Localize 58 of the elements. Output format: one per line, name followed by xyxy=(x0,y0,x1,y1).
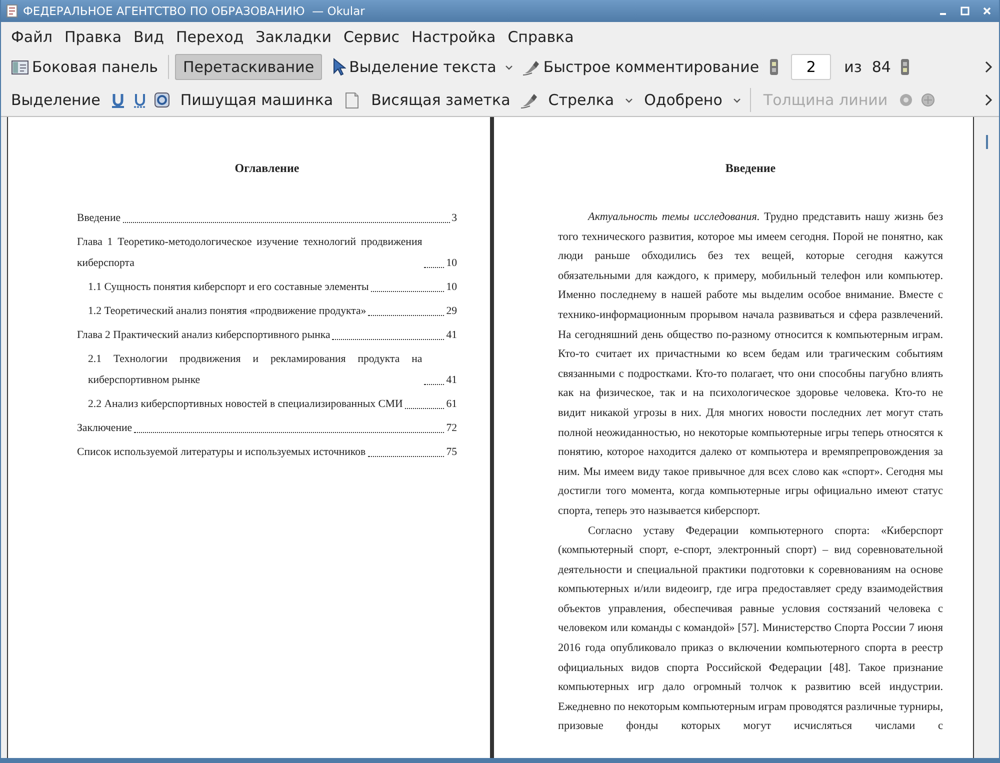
arrow-button[interactable]: Стрелка xyxy=(544,87,618,113)
toc-page-number: 72 xyxy=(446,421,457,436)
toc-entry[interactable]: 2.2 Анализ киберспортивных новостей в специализированных СМИ xyxy=(88,394,403,415)
toc-page-number: 10 xyxy=(446,256,457,271)
toc-entry[interactable]: 1.2 Теоретический анализ понятия «продвижение продукта» xyxy=(88,301,366,322)
menu-item[interactable]: Переход xyxy=(170,26,250,48)
mode-button[interactable]: Перетаскивание xyxy=(175,54,322,80)
menu-item[interactable]: Справка xyxy=(502,26,580,48)
typewriter-button[interactable]: Пишущая машинка xyxy=(176,87,338,113)
mode-button[interactable]: Выделение текста xyxy=(326,54,500,80)
toc-page-number: 10 xyxy=(446,280,457,295)
toc-page-number: 75 xyxy=(446,445,457,460)
paragraph: Согласно уставу Федерации компьютерного спорта: «Киберспорт (компьютерный спорт, е-спорт, электронный спорт) – вид соревновательной деятельности и специальной практики подготовки к соревнованиям на основе компьютерных и/или видеоигр, где игра предоставляет среду взаимодействия объектов управления, обеспечивая равные условия состязаний человека с человеком или команды с командой» [57]. Министерство Спорта России 7 июня 2016 года опубликовало приказ о включении компьютерного спорта в реестр официальных видов спорта Российской Федерации [48]. Такое признание компьютерных игр дало огромный толчок к развитию всей индустрии. Ежедневно по некоторым компьютерным играм проводятся различные турниры, призовые фонды которых могут исчисляться числами с xyxy=(558,524,943,734)
toc-entry[interactable]: Заключение xyxy=(77,418,132,439)
menu-item[interactable]: Файл xyxy=(5,26,58,48)
paragraph: Актуальность темы исследования. Трудно представить нашу жизнь без того технического развития, которое мы имеем сегодня. Порой не понятно, как люди раньше обходились без тех вещей, которые сегодня кажутся обязательными для каждого, к примеру, мобильный телефон или компьютер. Именно последнему в нашей работе мы выделим особое внимание. Вместе с технико-информационным прорывом начала развиваться и сфера развлечений. На сегодняшний день общество по-разному относится к компьютерным играм. Кто-то считает их причастными ко всем бедам или трагическим событиям связанными с подростками. Кто-то полагает, что они способны пагубно влиять как на физическое, так и на психологическое здоровье человека. Кто-то не видит никакой угрозы в них. Для многих новости последних лет могут стать полной неожиданностью, но некоторые компьютерные игры теперь относятся к понятию, которое находится далеко от компьютера и времяпрепровождения за ним. Мы имеем виду такое привычное для всех слово как «спорт». Сегодня мы достигли того момента, когда компьютерные игры официально имеют статус спорта, теперь это называется киберспорт. xyxy=(558,210,943,519)
menu-item[interactable]: Настройка xyxy=(406,26,502,48)
underline-icon[interactable] xyxy=(110,92,126,108)
caret-icon[interactable] xyxy=(504,62,514,72)
page-field[interactable]: 2 xyxy=(791,54,832,80)
menu-item[interactable]: Вид xyxy=(128,26,170,48)
scrollbar-handle[interactable] xyxy=(986,135,988,149)
toc-entry[interactable]: 1.1 Сущность понятия киберспорт и его составные элементы xyxy=(88,277,369,298)
toc-entry[interactable]: Введение xyxy=(77,208,121,229)
popup-note-button[interactable]: Висящая заметка xyxy=(367,87,514,113)
page-total: 84 xyxy=(872,58,891,76)
toc-page-number: 41 xyxy=(446,373,457,388)
toc-page-number: 41 xyxy=(446,328,457,343)
toc-entry[interactable]: Глава 2 Практический анализ киберспортивного рынка xyxy=(77,325,330,346)
pen-icon[interactable] xyxy=(520,91,538,109)
highlight-button[interactable]: Выделение xyxy=(7,87,104,113)
close-icon[interactable] xyxy=(981,5,993,17)
app-icon xyxy=(5,4,19,18)
toc-page-number: 29 xyxy=(446,304,457,319)
toc-entry[interactable]: 2.1 Технологии продвижения и рекламирования продукта на киберспортивном рынке xyxy=(88,349,422,391)
note-icon[interactable] xyxy=(343,92,362,108)
page-heading: Введение xyxy=(724,161,777,176)
page-heading: Оглавление xyxy=(234,161,300,176)
overflow-chevron-icon[interactable] xyxy=(983,60,993,74)
menu-item[interactable]: Закладки xyxy=(250,26,338,48)
menu-item[interactable]: Правка xyxy=(58,26,128,48)
pen-icon xyxy=(522,58,540,76)
circle-icon[interactable] xyxy=(154,92,170,108)
toc-page-number: 61 xyxy=(446,397,457,412)
toc-entry[interactable]: Глава 1 Теоретико-методологическое изучение технологий продвижения киберспорта xyxy=(77,232,422,274)
caret-icon[interactable] xyxy=(624,96,634,104)
stamp-button[interactable]: Одобрено xyxy=(640,87,726,113)
toc-page-number: 3 xyxy=(452,211,457,226)
caret-icon[interactable] xyxy=(732,96,742,104)
toc-entry[interactable]: Список используемой литературы и используемых источников xyxy=(77,442,366,463)
overflow-chevron-icon[interactable] xyxy=(983,93,993,107)
window-title: ФЕДЕРАЛЬНОЕ АГЕНТСТВО ПО ОБРАЗОВАНИЮ — Okular xyxy=(23,4,365,18)
sidebar-icon xyxy=(11,58,29,76)
quick-annotate-button[interactable]: Быстрое комментирование xyxy=(518,54,764,80)
sidebar-button[interactable]: Боковая панель xyxy=(7,54,162,80)
maximize-icon[interactable] xyxy=(959,5,971,17)
page-of-label: из xyxy=(844,58,862,76)
menu-item[interactable]: Сервис xyxy=(337,26,406,48)
